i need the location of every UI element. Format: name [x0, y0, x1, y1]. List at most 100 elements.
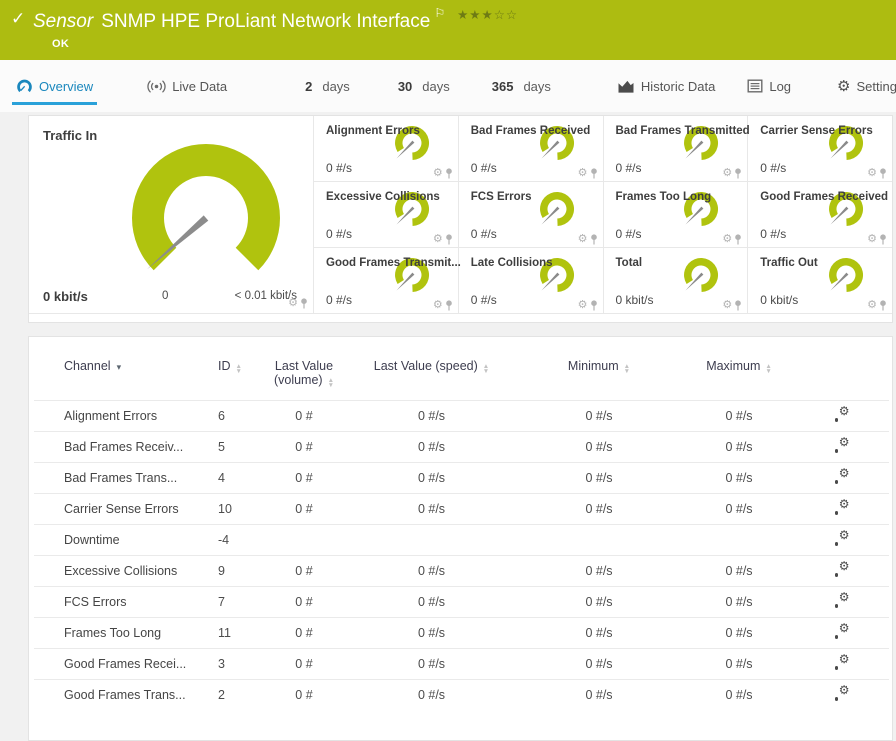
channel-settings-icon[interactable]: ⚙	[834, 470, 850, 484]
gauge-icon	[16, 78, 33, 95]
tab-30-days[interactable]: 30 days	[398, 60, 450, 112]
table-row[interactable]: Bad Frames Trans... 4 0 # 0 #/s 0 #/s 0 …	[34, 463, 889, 494]
page-content: Traffic In 0 kbit/s 0 < 0.01 kbit/s ⚙ Al…	[0, 112, 896, 741]
pin-icon[interactable]	[445, 234, 453, 245]
channel-name[interactable]: Downtime	[34, 525, 204, 556]
mini-gauge-title: Carrier Sense Errors	[760, 125, 873, 137]
pin-icon[interactable]	[300, 298, 308, 309]
table-row[interactable]: Excessive Collisions 9 0 # 0 #/s 0 #/s 0…	[34, 556, 889, 587]
gauge-settings-icon[interactable]: ⚙	[433, 300, 443, 311]
table-row[interactable]: Good Frames Recei... 3 0 # 0 #/s 0 #/s 0…	[34, 649, 889, 680]
gauge-settings-icon[interactable]: ⚙	[288, 298, 298, 309]
tab-overview[interactable]: Overview	[16, 60, 93, 112]
mini-gauge-title: FCS Errors	[471, 191, 532, 203]
mini-gauge-cell[interactable]: Traffic Out 0 kbit/s ⚙	[747, 248, 892, 314]
pin-icon[interactable]	[590, 234, 598, 245]
gauge-settings-icon[interactable]: ⚙	[578, 300, 588, 311]
pin-icon[interactable]	[590, 300, 598, 311]
gauge-settings-icon[interactable]: ⚙	[433, 168, 443, 179]
mini-gauge-cell[interactable]: Bad Frames Transmitted 0 #/s ⚙	[603, 116, 748, 182]
pin-icon[interactable]	[445, 168, 453, 179]
tab-settings[interactable]: ⚙ Settings	[837, 60, 896, 112]
table-row[interactable]: Alignment Errors 6 0 # 0 #/s 0 #/s 0 #/s…	[34, 401, 889, 432]
gauge-settings-icon[interactable]: ⚙	[722, 300, 732, 311]
mini-gauge-cell[interactable]: Frames Too Long 0 #/s ⚙	[603, 182, 748, 248]
minimum-value: 0 #/s	[514, 556, 684, 587]
channel-settings-icon[interactable]: ⚙	[834, 656, 850, 670]
mini-gauge-cell[interactable]: Late Collisions 0 #/s ⚙	[458, 248, 603, 314]
mini-gauge-cell[interactable]: Good Frames Transmit... 0 #/s ⚙	[313, 248, 458, 314]
channel-name[interactable]: Good Frames Recei...	[34, 649, 204, 680]
column-header-channel[interactable]: Channel▾	[34, 357, 204, 401]
pin-icon[interactable]	[734, 234, 742, 245]
gauge-settings-icon[interactable]: ⚙	[867, 234, 877, 245]
table-row[interactable]: Carrier Sense Errors 10 0 # 0 #/s 0 #/s …	[34, 494, 889, 525]
channel-settings-icon[interactable]: ⚙	[834, 532, 850, 546]
channel-settings-icon[interactable]: ⚙	[834, 408, 850, 422]
pin-icon[interactable]	[879, 300, 887, 311]
channel-name[interactable]: Frames Too Long	[34, 618, 204, 649]
mini-gauge-cell[interactable]: FCS Errors 0 #/s ⚙	[458, 182, 603, 248]
column-header-minimum[interactable]: Minimum▲▼	[514, 357, 684, 401]
pin-icon[interactable]	[590, 168, 598, 179]
minimum-value: 0 #/s	[514, 618, 684, 649]
channel-settings-icon[interactable]: ⚙	[834, 501, 850, 515]
mini-gauge-cell[interactable]: Good Frames Received 0 #/s ⚙	[747, 182, 892, 248]
pin-icon[interactable]	[879, 168, 887, 179]
channel-id: 7	[204, 587, 259, 618]
mini-gauge-cell[interactable]: Excessive Collisions 0 #/s ⚙	[313, 182, 458, 248]
tab-2-days[interactable]: 2 days	[305, 60, 350, 112]
table-row[interactable]: Good Frames Trans... 2 0 # 0 #/s 0 #/s 0…	[34, 680, 889, 711]
mini-gauge-cell[interactable]: Carrier Sense Errors 0 #/s ⚙	[747, 116, 892, 182]
channel-settings-icon[interactable]: ⚙	[834, 625, 850, 639]
gauge-settings-icon[interactable]: ⚙	[433, 234, 443, 245]
column-header-last-value-speed[interactable]: Last Value (speed)▲▼	[349, 357, 514, 401]
tab-label: Log	[769, 79, 791, 94]
pin-icon[interactable]	[734, 168, 742, 179]
pin-icon[interactable]	[879, 234, 887, 245]
tab-live-data[interactable]: Live Data	[147, 60, 227, 112]
mini-gauge-cell[interactable]: Alignment Errors 0 #/s ⚙	[313, 116, 458, 182]
gauge-settings-icon[interactable]: ⚙	[867, 168, 877, 179]
channel-name[interactable]: Carrier Sense Errors	[34, 494, 204, 525]
channel-settings-icon[interactable]: ⚙	[834, 594, 850, 608]
table-row[interactable]: Bad Frames Receiv... 5 0 # 0 #/s 0 #/s 0…	[34, 432, 889, 463]
mini-gauge-cell[interactable]: Bad Frames Received 0 #/s ⚙	[458, 116, 603, 182]
tab-label: days	[322, 79, 349, 94]
tab-log[interactable]: Log	[747, 60, 791, 112]
column-header-id[interactable]: ID▲▼	[204, 357, 259, 401]
channel-name[interactable]: FCS Errors	[34, 587, 204, 618]
sort-icon: ▲▼	[483, 365, 489, 374]
table-row[interactable]: FCS Errors 7 0 # 0 #/s 0 #/s 0 #/s ⚙	[34, 587, 889, 618]
channel-name[interactable]: Alignment Errors	[34, 401, 204, 432]
channel-name[interactable]: Bad Frames Trans...	[34, 463, 204, 494]
gauge-settings-icon[interactable]: ⚙	[867, 300, 877, 311]
channel-settings-icon[interactable]: ⚙	[834, 687, 850, 701]
channel-settings-icon[interactable]: ⚙	[834, 563, 850, 577]
mini-gauge-title: Bad Frames Transmitted	[616, 125, 750, 137]
main-gauge-value: 0 kbit/s	[43, 289, 88, 304]
tab-historic-data[interactable]: Historic Data	[617, 60, 715, 112]
table-row[interactable]: Frames Too Long 11 0 # 0 #/s 0 #/s 0 #/s…	[34, 618, 889, 649]
maximum-value: 0 #/s	[684, 649, 794, 680]
maximum-value: 0 #/s	[684, 401, 794, 432]
mini-gauge	[820, 255, 870, 299]
tab-365-days[interactable]: 365 days	[492, 60, 551, 112]
channel-name[interactable]: Excessive Collisions	[34, 556, 204, 587]
channel-table: Channel▾ ID▲▼ Last Value(volume)▲▼ Last …	[34, 357, 889, 710]
channel-settings-icon[interactable]: ⚙	[834, 439, 850, 453]
mini-gauge-value: 0 kbit/s	[616, 293, 654, 307]
channel-name[interactable]: Bad Frames Receiv...	[34, 432, 204, 463]
gauge-settings-icon[interactable]: ⚙	[722, 234, 732, 245]
channel-name[interactable]: Good Frames Trans...	[34, 680, 204, 711]
column-header-maximum[interactable]: Maximum▲▼	[684, 357, 794, 401]
gauge-settings-icon[interactable]: ⚙	[722, 168, 732, 179]
priority-stars[interactable]: ★★★☆☆	[457, 8, 518, 22]
gauge-settings-icon[interactable]: ⚙	[578, 168, 588, 179]
pin-icon[interactable]	[445, 300, 453, 311]
pin-icon[interactable]	[734, 300, 742, 311]
table-row[interactable]: Downtime -4 ⚙	[34, 525, 889, 556]
mini-gauge-cell[interactable]: Total 0 kbit/s ⚙	[603, 248, 748, 314]
gauge-settings-icon[interactable]: ⚙	[578, 234, 588, 245]
column-header-last-value-volume[interactable]: Last Value(volume)▲▼	[259, 357, 349, 401]
